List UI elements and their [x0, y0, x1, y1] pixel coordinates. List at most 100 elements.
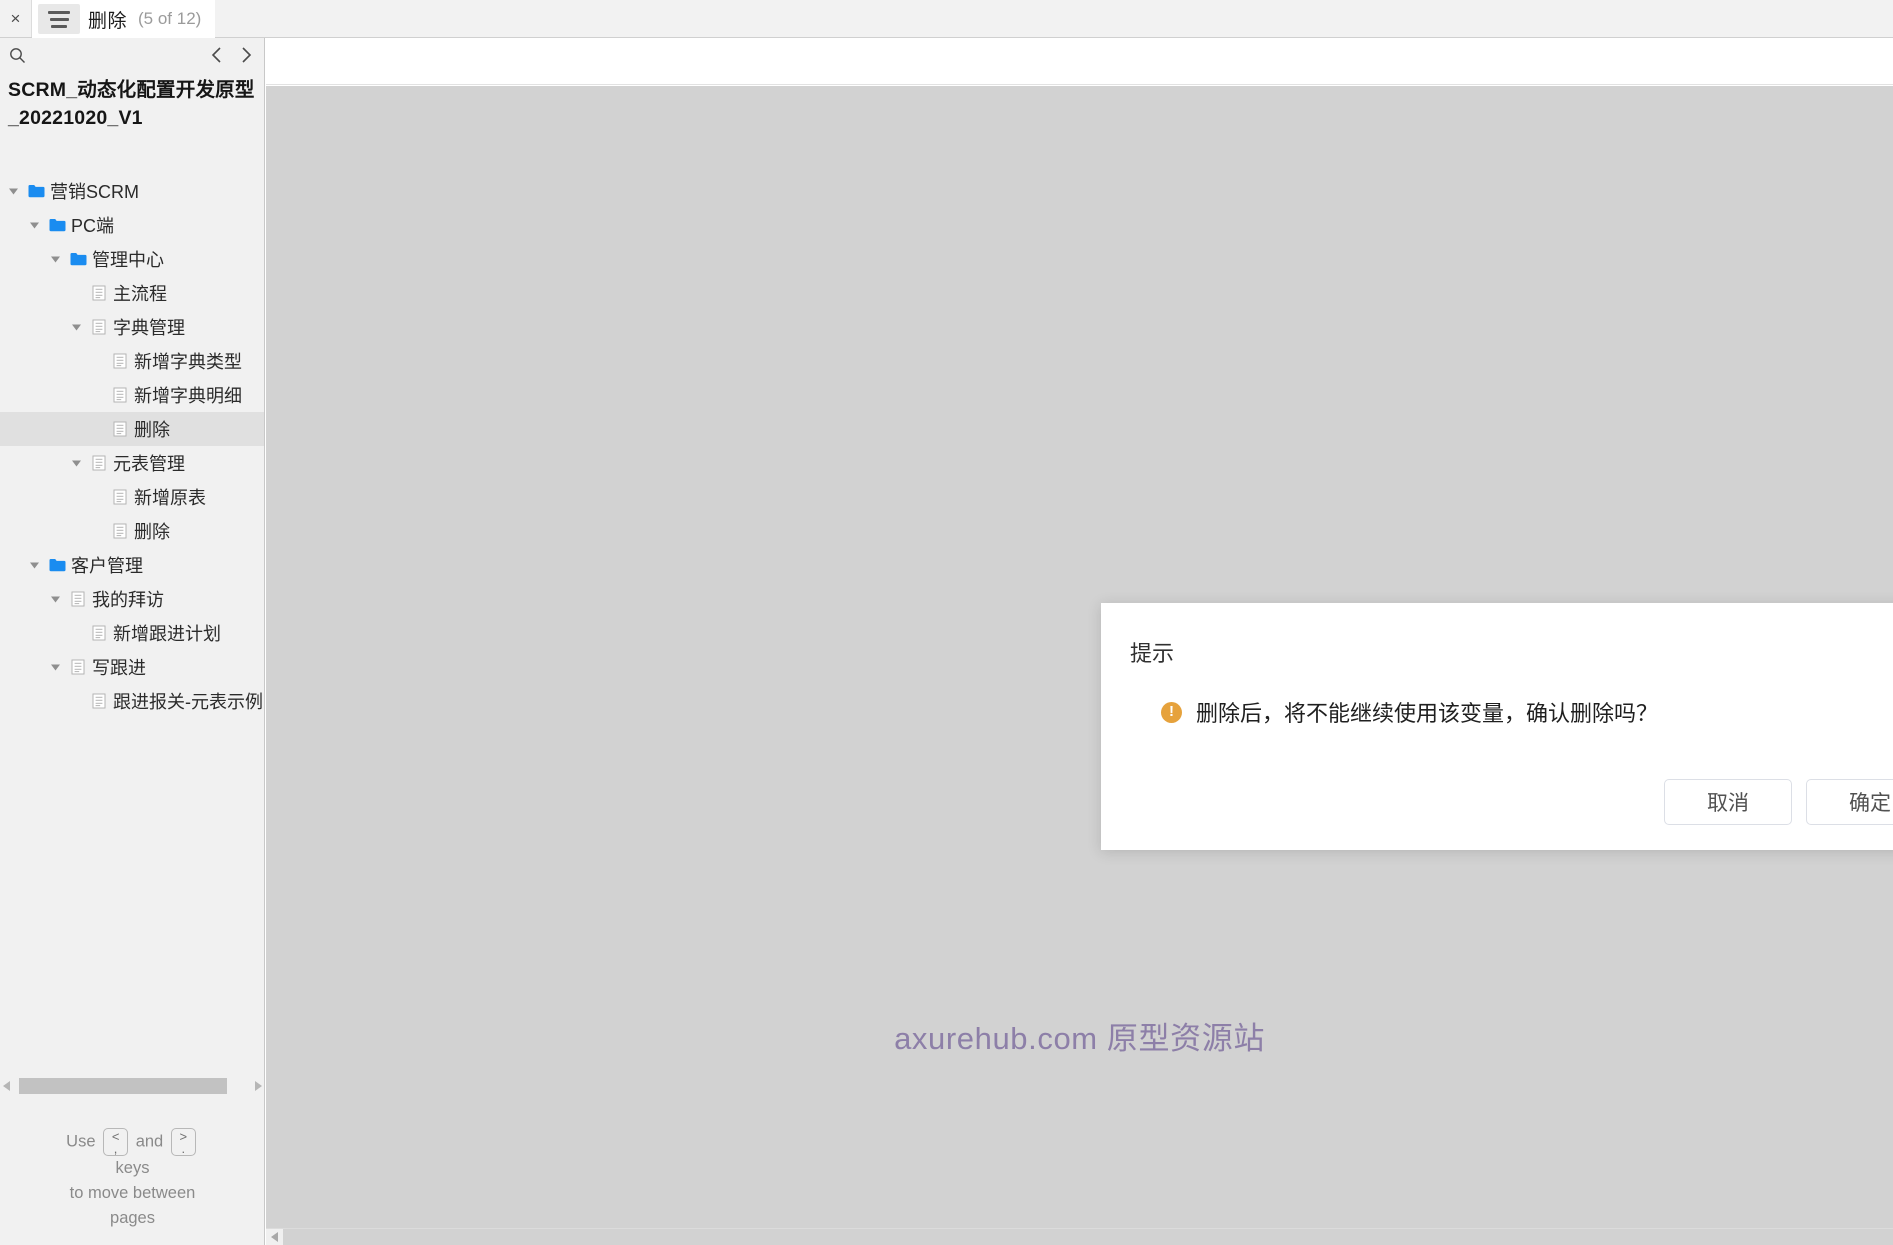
cancel-button[interactable]: 取消: [1664, 779, 1792, 825]
page-nav-group: [207, 43, 255, 67]
sidebar: SCRM_动态化配置开发原型_20221020_V1 营销SCRM PC端管理中心…: [0, 38, 265, 1245]
chevron-down-icon[interactable]: [45, 664, 66, 671]
key-prev-bottom: ,: [113, 1141, 118, 1156]
dialog-message: 删除后，将不能继续使用该变量，确认删除吗？: [1196, 701, 1659, 726]
dialog-title: 提示: [1130, 641, 1175, 666]
page-icon: [108, 387, 132, 403]
close-button[interactable]: ×: [0, 0, 32, 37]
tree-item-label: 主流程: [113, 284, 167, 304]
confirm-dialog: 提示 删除后，将不能继续使用该变量，确认删除吗？ 取消 确定: [1101, 603, 1893, 850]
top-bar: × 删除 (5 of 12): [0, 0, 1893, 38]
chevron-right-icon[interactable]: [237, 43, 255, 67]
page-icon: [87, 455, 111, 471]
tree-item-label: 删除: [134, 522, 170, 542]
triangle-right-icon[interactable]: [251, 1081, 264, 1091]
search-icon[interactable]: [4, 42, 30, 68]
page-icon: [87, 285, 111, 301]
tree-item[interactable]: 元表管理: [0, 446, 264, 480]
tree-item[interactable]: 营销SCRM: [0, 174, 264, 208]
key-next-bottom: .: [181, 1141, 186, 1156]
keyboard-hint: Use < , and > . keys to move between pag…: [0, 1128, 264, 1231]
chevron-down-icon[interactable]: [24, 562, 45, 569]
tree-item[interactable]: 新增原表: [0, 480, 264, 514]
warning-icon: [1161, 701, 1182, 723]
folder-icon: [66, 252, 90, 266]
key-prev-icon: < ,: [103, 1128, 129, 1156]
chevron-down-icon[interactable]: [45, 256, 66, 263]
page-icon: [108, 523, 132, 539]
tree-item[interactable]: 字典管理: [0, 310, 264, 344]
watermark: axurehub.com 原型资源站: [894, 1021, 1265, 1056]
triangle-left-icon[interactable]: [0, 1081, 14, 1091]
key-next-icon: > .: [170, 1128, 196, 1156]
tree-item-label: 跟进报关-元表示例: [113, 692, 263, 712]
chevron-down-icon[interactable]: [3, 188, 24, 195]
tree-item[interactable]: PC端: [0, 208, 264, 242]
hint-middle: and: [135, 1132, 164, 1151]
page-title: 删除: [88, 10, 128, 32]
tree-item-label: 客户管理: [71, 556, 143, 576]
page-icon: [87, 625, 111, 641]
tree-item[interactable]: 新增字典类型: [0, 344, 264, 378]
folder-icon: [24, 184, 48, 198]
hint-line-1: Use < , and > .: [0, 1128, 264, 1156]
tree-item[interactable]: 删除: [0, 412, 264, 446]
prototype-canvas: 提示 删除后，将不能继续使用该变量，确认删除吗？ 取消 确定 axurehub.…: [266, 86, 1893, 1228]
tree-item[interactable]: 我的拜访: [0, 582, 264, 616]
folder-icon: [45, 558, 69, 572]
scrollbar-thumb[interactable]: [19, 1078, 227, 1094]
scrollbar-track[interactable]: [283, 1228, 1893, 1245]
tree-item[interactable]: 新增字典明细: [0, 378, 264, 412]
tree-item[interactable]: 写跟进: [0, 650, 264, 684]
main-horizontal-scrollbar[interactable]: [266, 1228, 1893, 1245]
page-icon: [108, 353, 132, 369]
hamburger-icon[interactable]: [38, 4, 80, 34]
tree-item[interactable]: 主流程: [0, 276, 264, 310]
page-tree: 营销SCRM PC端 管理中心 主流程 字典管理 新增字典类型 新增字典明细 删除 元表管理 新增…: [0, 174, 264, 894]
page-tab[interactable]: 删除 (5 of 12): [32, 0, 216, 38]
page-icon: [87, 693, 111, 709]
sidebar-horizontal-scrollbar[interactable]: [0, 1075, 264, 1097]
scrollbar-track[interactable]: [14, 1078, 251, 1094]
tree-item-label: 新增字典类型: [134, 352, 242, 372]
hint-lead: Use: [66, 1132, 96, 1151]
chevron-down-icon[interactable]: [66, 324, 87, 331]
page-icon: [87, 319, 111, 335]
dialog-message-row: 删除后，将不能继续使用该变量，确认删除吗？: [1161, 696, 1658, 728]
tree-item-label: 元表管理: [113, 454, 185, 474]
page-icon: [108, 421, 132, 437]
tree-item-label: 新增跟进计划: [113, 624, 221, 644]
tree-item-label: 我的拜访: [92, 590, 164, 610]
project-title: SCRM_动态化配置开发原型_20221020_V1: [8, 79, 255, 129]
tree-item[interactable]: 管理中心: [0, 242, 264, 276]
dialog-actions: 取消 确定: [1664, 779, 1893, 825]
page-count: (5 of 12): [138, 9, 202, 28]
tree-item[interactable]: 新增跟进计划: [0, 616, 264, 650]
chevron-down-icon[interactable]: [45, 596, 66, 603]
hint-line-3: to move between: [69, 1184, 196, 1202]
tree-item-label: 营销SCRM: [50, 182, 139, 202]
tree-item-label: 管理中心: [92, 250, 164, 270]
page-icon: [66, 659, 90, 675]
tree-item-label: 写跟进: [92, 658, 146, 678]
main-area: 提示 删除后，将不能继续使用该变量，确认删除吗？ 取消 确定 axurehub.…: [266, 38, 1893, 1245]
prototype-header-strip: [266, 38, 1893, 85]
hint-line-2: keys: [115, 1159, 150, 1177]
tree-item-label: 新增字典明细: [134, 386, 242, 406]
hint-line-4: pages: [110, 1209, 155, 1227]
page-icon: [108, 489, 132, 505]
tree-item-label: 删除: [134, 420, 170, 440]
chevron-left-icon[interactable]: [207, 43, 225, 67]
confirm-button[interactable]: 确定: [1806, 779, 1893, 825]
sidebar-toolbar: [0, 38, 264, 72]
tree-item[interactable]: 跟进报关-元表示例: [0, 684, 264, 718]
tree-item[interactable]: 删除: [0, 514, 264, 548]
tree-item[interactable]: 客户管理: [0, 548, 264, 582]
chevron-down-icon[interactable]: [66, 460, 87, 467]
tree-item-label: 新增原表: [134, 488, 206, 508]
tree-item-label: PC端: [71, 216, 115, 236]
folder-icon: [45, 218, 69, 232]
triangle-left-icon[interactable]: [266, 1229, 283, 1245]
page-icon: [66, 591, 90, 607]
chevron-down-icon[interactable]: [24, 222, 45, 229]
